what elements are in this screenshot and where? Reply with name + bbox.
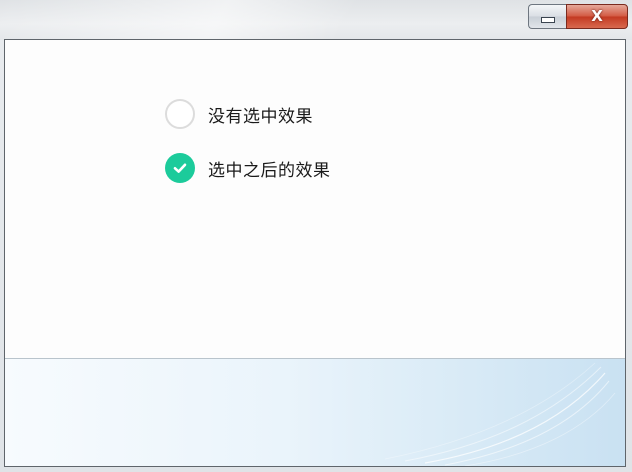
checkmark-circle-icon[interactable]	[165, 153, 195, 183]
caption-buttons: X	[528, 4, 628, 29]
minimize-button[interactable]	[528, 4, 566, 29]
decorative-swoosh	[384, 362, 616, 466]
close-icon: X	[591, 7, 603, 25]
window-title-bar: X	[0, 0, 632, 40]
footer-panel	[5, 359, 625, 466]
radio-option-unchecked[interactable]: 没有选中效果	[165, 99, 313, 129]
dialog-window: 没有选中效果 选中之后的效果	[4, 39, 626, 467]
minimize-icon	[540, 16, 555, 23]
checkmark-icon	[173, 163, 187, 173]
content-area: 没有选中效果 选中之后的效果	[5, 40, 625, 358]
option-label: 没有选中效果	[208, 106, 313, 127]
close-button[interactable]: X	[566, 4, 628, 29]
unchecked-circle-icon[interactable]	[165, 99, 195, 129]
radio-option-checked[interactable]: 选中之后的效果	[165, 153, 331, 183]
option-label: 选中之后的效果	[208, 160, 331, 181]
